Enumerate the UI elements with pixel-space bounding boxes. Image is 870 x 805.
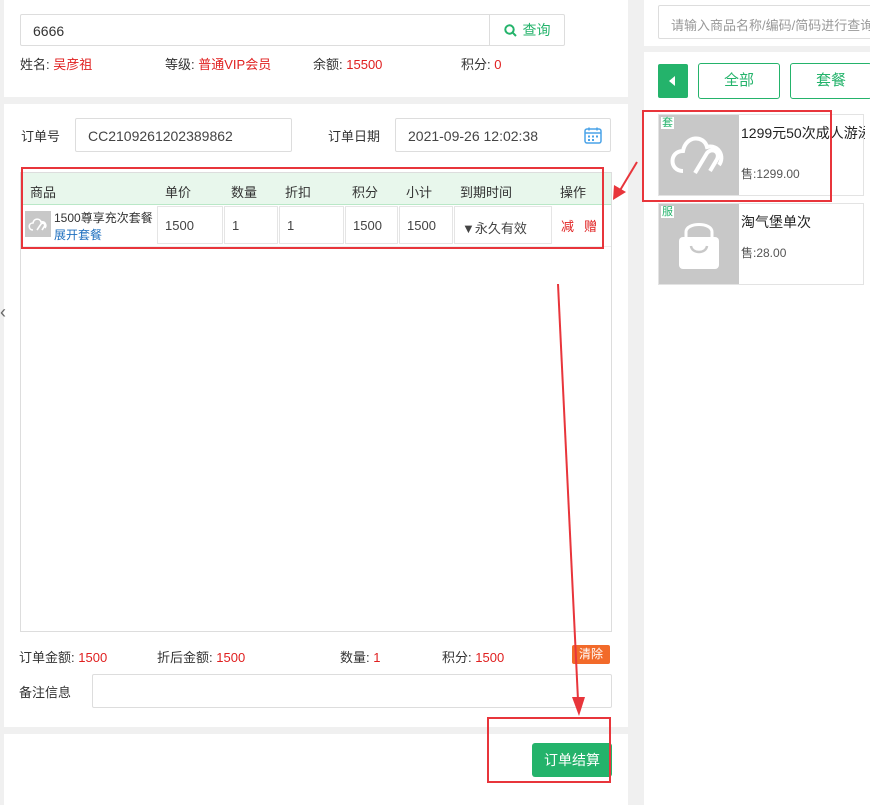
annotation-arrows <box>557 161 638 716</box>
